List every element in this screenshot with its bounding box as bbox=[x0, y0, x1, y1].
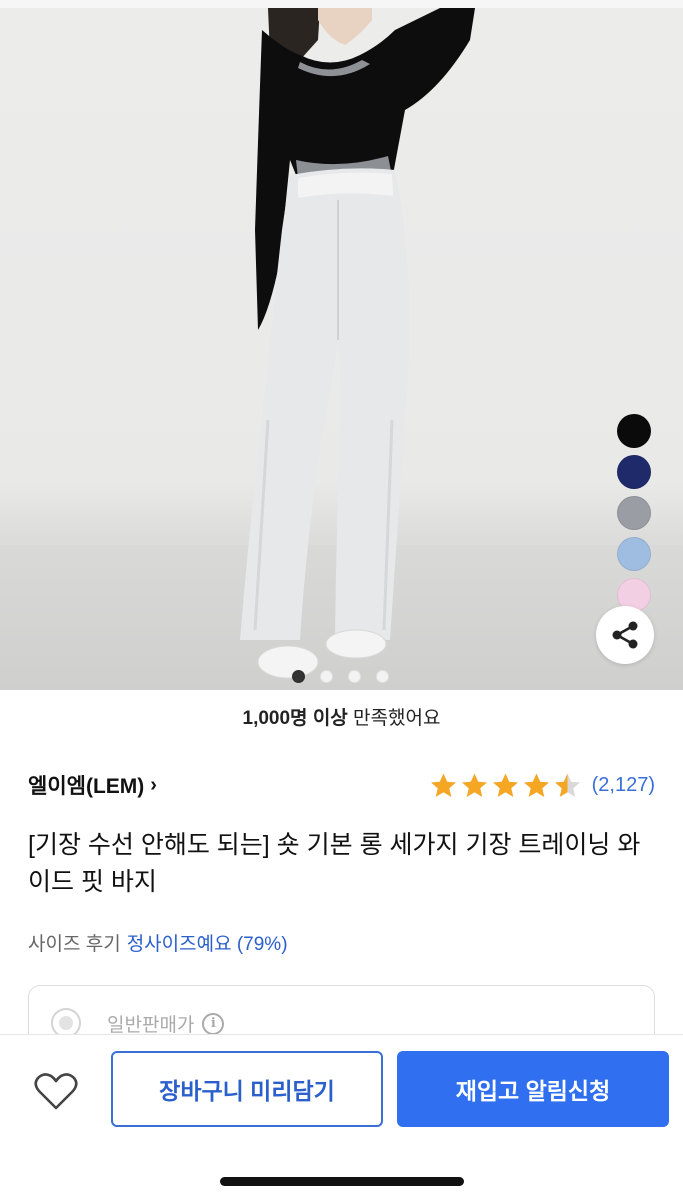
size-review-value: 정사이즈예요 (79%) bbox=[126, 934, 288, 955]
restock-alert-button[interactable]: 재입고 알림신청 bbox=[397, 1051, 669, 1127]
color-swatch-navy[interactable] bbox=[617, 455, 651, 489]
product-image[interactable] bbox=[0, 0, 683, 690]
wishlist-button[interactable] bbox=[32, 1067, 80, 1115]
add-to-cart-button[interactable]: 장바구니 미리담기 bbox=[111, 1051, 383, 1127]
color-swatch-black[interactable] bbox=[617, 414, 651, 448]
star-icon bbox=[461, 773, 487, 797]
brand-link[interactable]: 엘이엠(LEM) › bbox=[28, 770, 157, 800]
share-icon bbox=[612, 621, 638, 649]
star-icon bbox=[554, 773, 580, 797]
radio-dot bbox=[59, 1016, 73, 1030]
size-review[interactable]: 사이즈 후기 정사이즈예요 (79%) bbox=[28, 929, 288, 956]
star-icon bbox=[523, 773, 549, 797]
brand-name: 엘이엠(LEM) bbox=[28, 775, 145, 798]
color-swatch-gray[interactable] bbox=[617, 496, 651, 530]
chevron-right-icon: › bbox=[150, 773, 157, 796]
heart-icon bbox=[34, 1073, 78, 1110]
star-icon bbox=[430, 773, 456, 797]
model-photo bbox=[240, 8, 475, 679]
option-label: 일반판매가 bbox=[107, 1015, 195, 1036]
color-swatches bbox=[614, 414, 654, 619]
review-count[interactable]: (2,127) bbox=[592, 774, 655, 797]
bottom-action-bar: 장바구니 미리담기 재입고 알림신청 bbox=[0, 1034, 683, 1200]
satisfaction-count: 1,000명 이상 bbox=[242, 708, 348, 729]
info-icon[interactable]: i bbox=[202, 1012, 225, 1035]
product-title: [기장 수선 안해도 되는] 숏 기본 롱 세가지 기장 트레이닝 와이드 핏 … bbox=[28, 831, 641, 896]
star-icon bbox=[492, 773, 518, 797]
carousel-dot[interactable] bbox=[292, 670, 305, 683]
share-button[interactable] bbox=[596, 606, 654, 664]
size-review-label: 사이즈 후기 bbox=[28, 934, 121, 955]
satisfaction-label: 만족했어요 bbox=[347, 708, 441, 729]
carousel-dot[interactable] bbox=[320, 670, 333, 683]
color-swatch-light-blue[interactable] bbox=[617, 537, 651, 571]
carousel-dot[interactable] bbox=[348, 670, 361, 683]
carousel-dot[interactable] bbox=[376, 670, 389, 683]
rating-stars bbox=[429, 772, 582, 799]
option-label-row: 일반판매가 i bbox=[107, 1010, 225, 1037]
brand-rating-row: 엘이엠(LEM) › (2,127) bbox=[28, 768, 655, 802]
rating[interactable]: (2,127) bbox=[429, 772, 655, 799]
carousel-dots bbox=[292, 670, 389, 683]
satisfaction-text: 1,000명 이상 만족했어요 bbox=[0, 703, 683, 730]
home-indicator bbox=[220, 1177, 464, 1186]
